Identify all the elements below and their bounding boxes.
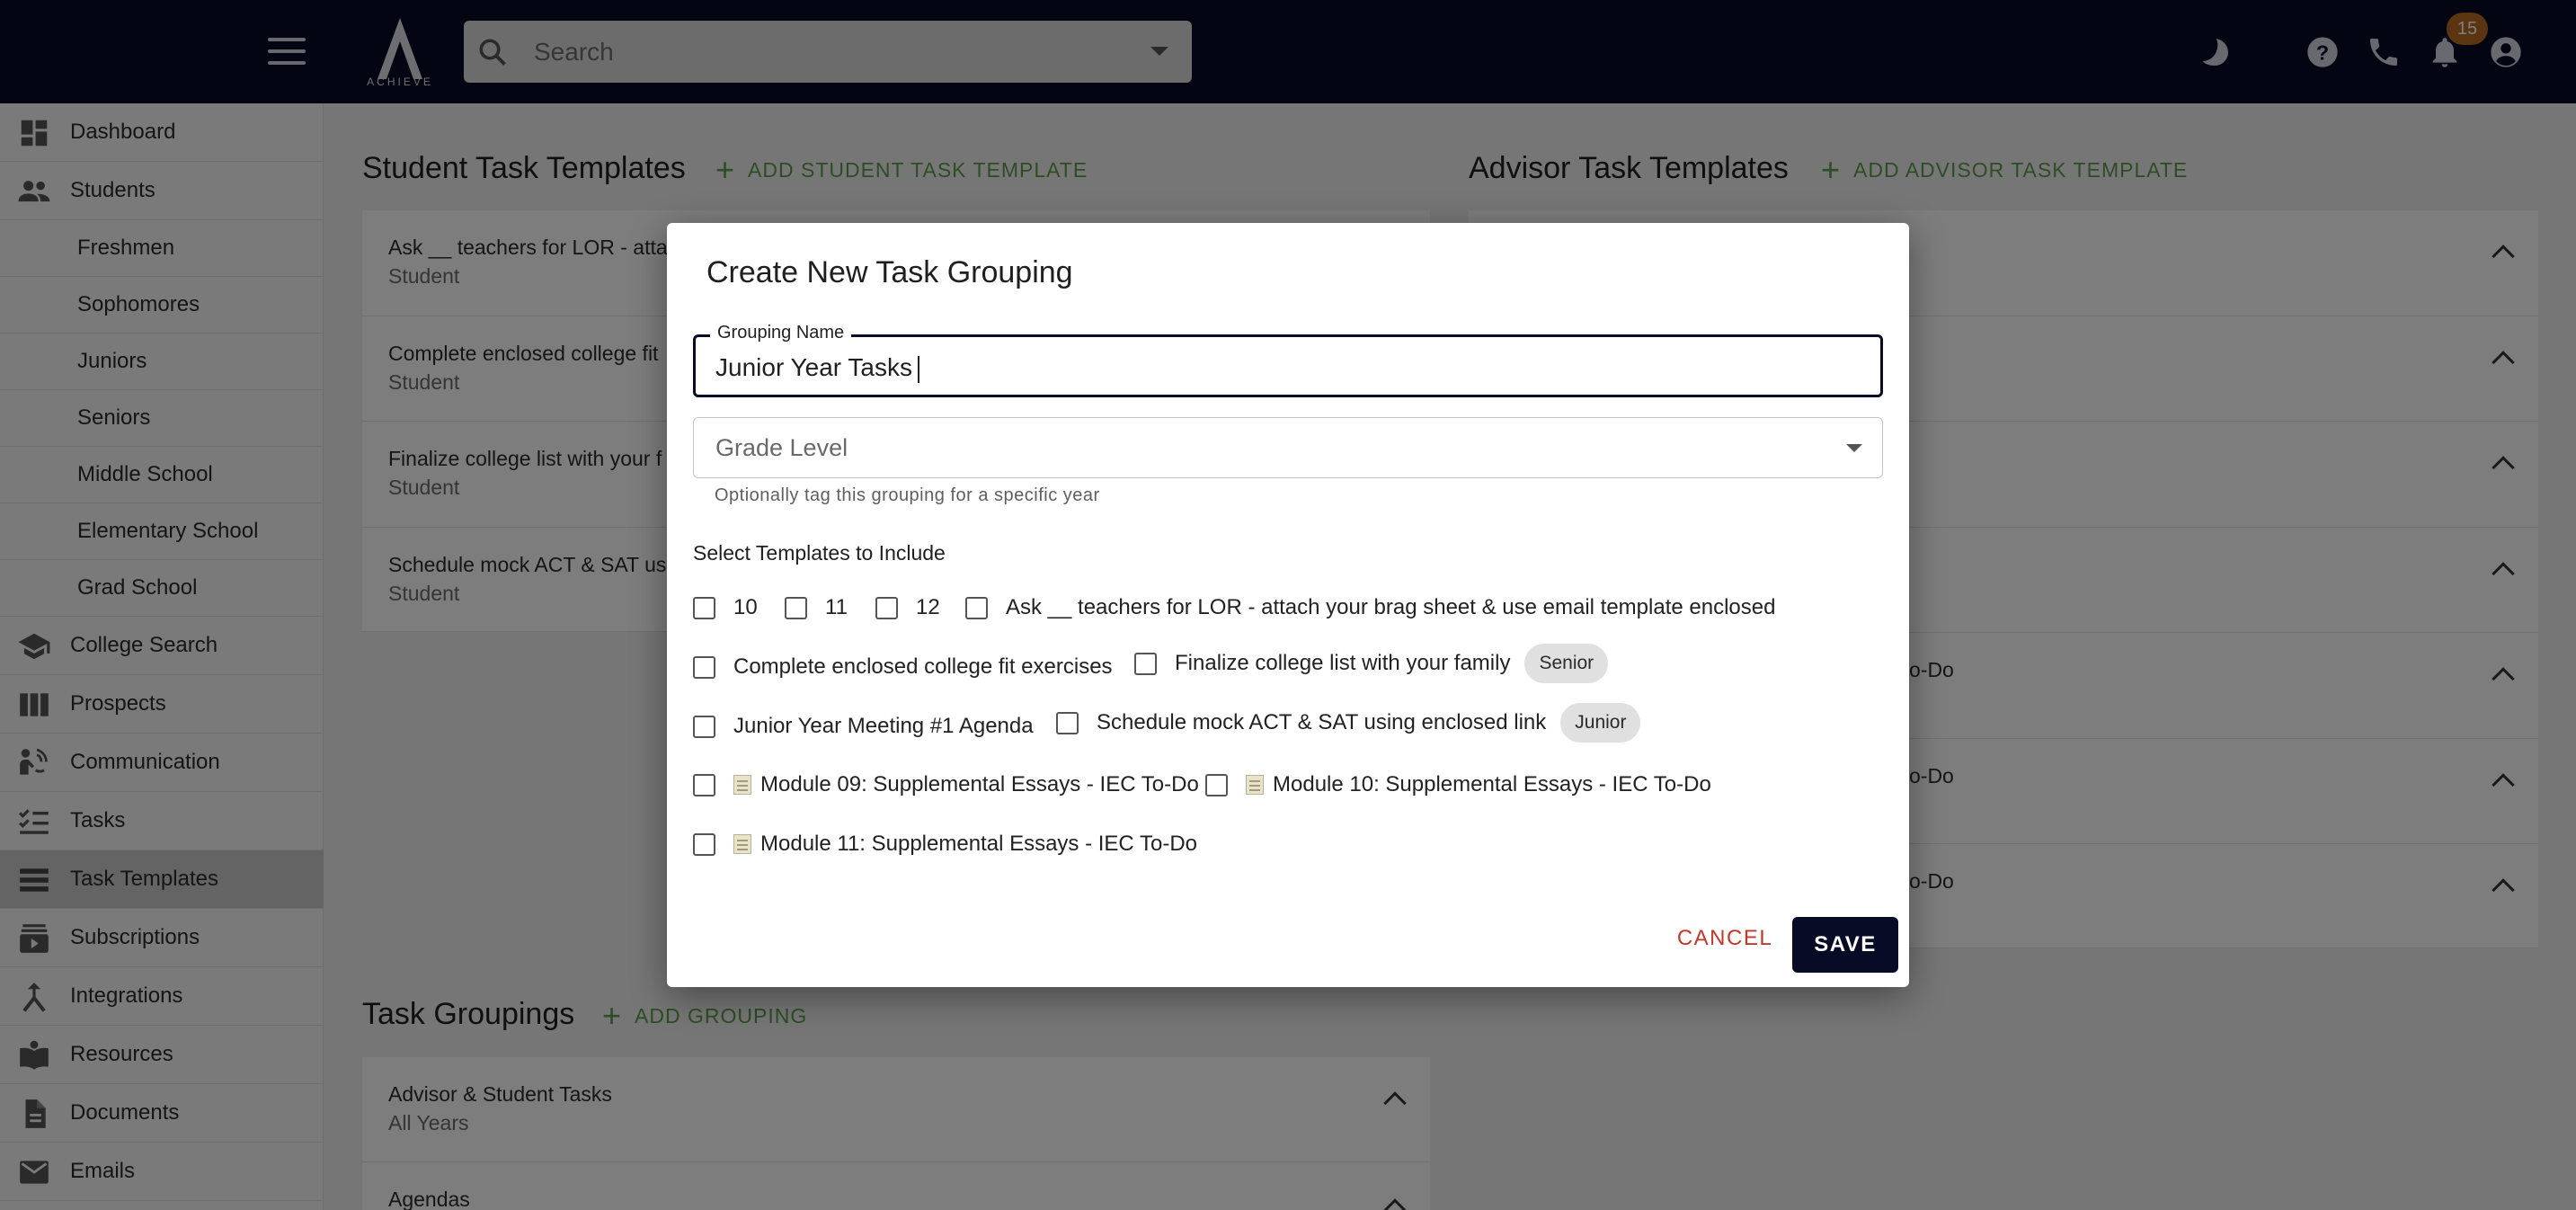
template-option[interactable]: Junior Year Meeting #1 Agenda <box>693 714 1034 739</box>
template-option[interactable]: Module 10: Supplemental Essays - IEC To-… <box>1205 772 1711 797</box>
option-label: 10 <box>733 595 758 619</box>
grouping-name-field[interactable]: Grouping Name Junior Year Tasks <box>693 323 1883 397</box>
grouping-name-label: Grouping Name <box>710 323 852 343</box>
cancel-button[interactable]: CANCEL <box>1675 919 1774 958</box>
grade-level-select[interactable]: Grade Level <box>693 417 1883 478</box>
template-option[interactable]: 10 <box>693 595 758 620</box>
text-cursor <box>917 355 919 383</box>
select-templates-label: Select Templates to Include <box>693 541 946 565</box>
option-label: Module 11: Supplemental Essays - IEC To-… <box>760 832 1198 856</box>
template-option[interactable]: Module 09: Supplemental Essays - IEC To-… <box>693 772 1199 797</box>
checkbox[interactable] <box>693 832 715 856</box>
checkbox[interactable] <box>1056 711 1079 734</box>
template-option[interactable]: Module 11: Supplemental Essays - IEC To-… <box>693 832 1197 857</box>
template-option[interactable]: Ask __ teachers for LOR - attach your br… <box>965 595 1775 620</box>
checkbox[interactable] <box>875 596 898 619</box>
option-label: Module 10: Supplemental Essays - IEC To-… <box>1273 772 1711 796</box>
memo-icon <box>1246 775 1264 795</box>
checkbox[interactable] <box>693 715 715 738</box>
option-label: Ask __ teachers for LOR - attach your br… <box>1006 595 1776 619</box>
template-option[interactable]: Finalize college list with your family Se… <box>1134 644 1609 683</box>
option-label: 12 <box>916 595 940 619</box>
memo-icon <box>733 775 751 795</box>
checkbox[interactable] <box>965 596 988 619</box>
checkbox[interactable] <box>693 655 715 679</box>
checkbox[interactable] <box>693 596 715 619</box>
grouping-name-input[interactable]: Junior Year Tasks <box>715 353 919 383</box>
template-option[interactable]: Complete enclosed college fit exercises <box>693 654 1113 680</box>
option-label: 11 <box>825 595 848 619</box>
checkbox[interactable] <box>785 596 807 619</box>
grade-chip: Junior <box>1560 703 1641 743</box>
grade-level-helper: Optionally tag this grouping for a speci… <box>715 485 1100 505</box>
template-option[interactable]: 11 <box>785 595 848 620</box>
option-label: Module 09: Supplemental Essays - IEC To-… <box>760 772 1199 796</box>
template-option[interactable]: 12 <box>875 595 940 620</box>
memo-icon <box>733 834 751 854</box>
checkbox[interactable] <box>693 773 715 796</box>
grade-level-placeholder: Grade Level <box>715 434 848 461</box>
option-label: Junior Year Meeting #1 Agenda <box>733 714 1034 738</box>
checkbox[interactable] <box>1134 652 1157 675</box>
grade-chip: Senior <box>1524 644 1609 683</box>
option-label: Complete enclosed college fit exercises <box>733 654 1113 679</box>
create-grouping-dialog: Create New Task Grouping Grouping Name J… <box>667 223 1909 987</box>
option-label: Schedule mock ACT & SAT using enclosed l… <box>1097 710 1547 734</box>
template-option[interactable]: Schedule mock ACT & SAT using enclosed l… <box>1056 703 1641 743</box>
save-button[interactable]: SAVE <box>1792 917 1898 973</box>
dropdown-arrow-icon <box>1846 444 1862 452</box>
grouping-name-value: Junior Year Tasks <box>715 353 912 381</box>
option-label: Finalize college list with your family <box>1175 651 1511 675</box>
checkbox[interactable] <box>1205 773 1228 796</box>
dialog-title: Create New Task Grouping <box>706 255 1073 289</box>
